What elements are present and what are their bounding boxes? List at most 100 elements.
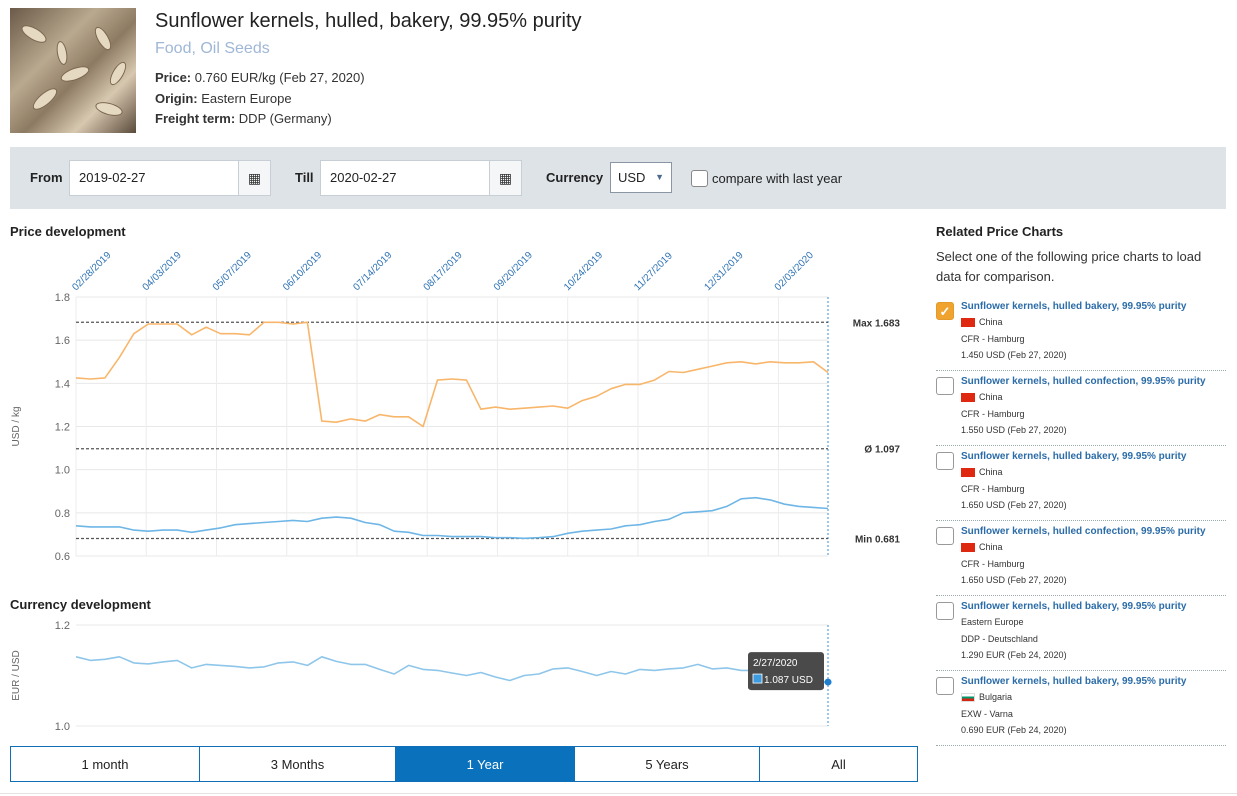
y-axis-label: USD / kg <box>11 406 22 446</box>
related-item-name[interactable]: Sunflower kernels, hulled bakery, 99.95%… <box>961 601 1186 612</box>
calendar-icon[interactable]: ▦ <box>238 161 270 195</box>
related-item[interactable]: Sunflower kernels, hulled bakery, 99.95%… <box>936 599 1226 671</box>
related-item-name[interactable]: Sunflower kernels, hulled confection, 99… <box>961 526 1206 537</box>
x-tick-label: 07/14/2019 <box>351 250 394 293</box>
x-tick-label: 10/24/2019 <box>562 250 605 293</box>
product-title: Sunflower kernels, hulled, bakery, 99.95… <box>155 10 582 32</box>
tooltip-value: 1.087 USD <box>764 675 813 686</box>
related-item-freight: CFR - Hamburg <box>961 484 1025 494</box>
related-item-checkbox[interactable] <box>936 377 954 395</box>
y-tick-label: 1.2 <box>55 422 70 434</box>
y-axis-label: EUR / USD <box>11 650 22 701</box>
range-tab-1-year[interactable]: 1 Year <box>396 747 575 781</box>
range-tab-all[interactable]: All <box>760 747 917 781</box>
flag-icon <box>961 693 975 702</box>
related-item-checkbox[interactable] <box>936 452 954 470</box>
related-item-price: 1.650 USD (Feb 27, 2020) <box>961 575 1067 585</box>
freight-label: Freight term: <box>155 111 236 126</box>
y-tick-label: 1.8 <box>55 292 70 304</box>
product-freight: Freight term: DDP (Germany) <box>155 111 332 126</box>
related-title: Related Price Charts <box>936 224 1064 239</box>
till-date-value: 2020-02-27 <box>330 170 397 185</box>
divider <box>0 793 1237 794</box>
x-tick-label: 05/07/2019 <box>211 250 254 293</box>
x-tick-label: 11/27/2019 <box>632 250 675 293</box>
tooltip-date: 2/27/2020 <box>753 658 798 669</box>
x-tick-label: 06/10/2019 <box>281 250 324 293</box>
related-item-price: 1.290 EUR (Feb 24, 2020) <box>961 650 1067 660</box>
x-tick-label: 02/28/2019 <box>70 250 113 293</box>
related-item-country: China <box>979 392 1003 402</box>
y-tick-label: 0.6 <box>55 551 70 563</box>
y-tick-label: 1.6 <box>55 335 70 347</box>
from-date-value: 2019-02-27 <box>79 170 146 185</box>
x-tick-label: 09/20/2019 <box>492 250 535 293</box>
tooltip-legend-swatch <box>752 673 763 684</box>
related-item-country: Eastern Europe <box>961 617 1024 627</box>
range-tab-1-month[interactable]: 1 month <box>11 747 200 781</box>
y-tick-label: 1.0 <box>55 721 70 733</box>
related-item[interactable]: Sunflower kernels, hulled bakery, 99.95%… <box>936 449 1226 521</box>
related-description: Select one of the following price charts… <box>936 249 1202 284</box>
reference-label: Ø 1.097 <box>864 445 900 456</box>
currency-select[interactable]: USD ▼ <box>610 162 672 193</box>
chevron-down-icon: ▼ <box>655 172 664 182</box>
related-item-freight: EXW - Varna <box>961 709 1013 719</box>
x-tick-label: 08/17/2019 <box>422 250 465 293</box>
from-label: From <box>30 170 63 185</box>
y-tick-label: 0.8 <box>55 508 70 520</box>
price-label: Price: <box>155 70 192 85</box>
product-price: Price: 0.760 EUR/kg (Feb 27, 2020) <box>155 70 365 85</box>
related-item-freight: CFR - Hamburg <box>961 334 1025 344</box>
related-item[interactable]: ✓ Sunflower kernels, hulled bakery, 99.95… <box>936 299 1226 371</box>
series-line <box>75 496 829 540</box>
currency-chart[interactable]: 1.0 1.2 EUR / USD 2/27/2020 1.087 USD <box>0 612 915 742</box>
y-tick-label: 1.2 <box>55 620 70 632</box>
related-item-name[interactable]: Sunflower kernels, hulled confection, 99… <box>961 376 1206 387</box>
related-item-checkbox[interactable] <box>936 677 954 695</box>
y-tick-label: 1.4 <box>55 378 70 390</box>
origin-value: Eastern Europe <box>201 91 292 106</box>
related-item-name[interactable]: Sunflower kernels, hulled bakery, 99.95%… <box>961 451 1186 462</box>
related-item-price: 1.450 USD (Feb 27, 2020) <box>961 350 1067 360</box>
till-label: Till <box>295 170 314 185</box>
related-item-checkbox[interactable] <box>936 602 954 620</box>
x-tick-label: 12/31/2019 <box>703 250 746 293</box>
compare-last-year-checkbox[interactable] <box>691 170 708 187</box>
price-chart[interactable]: 0.6 0.8 1.0 1.2 1.4 1.6 1.8 USD / kg 02/28/2019 0… <box>0 240 915 570</box>
related-item-checkbox[interactable]: ✓ <box>936 302 954 320</box>
origin-label: Origin: <box>155 91 198 106</box>
filter-bar: From 2019-02-27 ▦ Till 2020-02-27 ▦ Curr… <box>10 147 1226 209</box>
price-chart-title: Price development <box>10 224 126 239</box>
series-line <box>75 321 829 428</box>
related-item[interactable]: Sunflower kernels, hulled confection, 99… <box>936 374 1226 446</box>
flag-icon <box>961 393 975 402</box>
range-tabs: 1 month 3 Months 1 Year 5 Years All <box>10 746 918 782</box>
reference-label: Max 1.683 <box>853 318 901 329</box>
currency-value: USD <box>618 170 646 185</box>
product-origin: Origin: Eastern Europe <box>155 91 292 106</box>
related-item-price: 1.550 USD (Feb 27, 2020) <box>961 425 1067 435</box>
flag-icon <box>961 318 975 327</box>
product-image <box>10 8 136 133</box>
compare-last-year-label[interactable]: compare with last year <box>712 171 842 186</box>
series-line <box>75 655 828 684</box>
related-item[interactable]: Sunflower kernels, hulled bakery, 99.95%… <box>936 674 1226 746</box>
price-value: 0.760 EUR/kg (Feb 27, 2020) <box>194 70 365 85</box>
related-item-checkbox[interactable] <box>936 527 954 545</box>
from-date-field[interactable]: 2019-02-27 ▦ <box>69 160 271 196</box>
related-item-price: 1.650 USD (Feb 27, 2020) <box>961 500 1067 510</box>
related-item-name[interactable]: Sunflower kernels, hulled bakery, 99.95%… <box>961 301 1186 312</box>
related-item-country: Bulgaria <box>979 692 1013 702</box>
related-item-price: 0.690 EUR (Feb 24, 2020) <box>961 725 1067 735</box>
calendar-icon[interactable]: ▦ <box>489 161 521 195</box>
related-item-name[interactable]: Sunflower kernels, hulled bakery, 99.95%… <box>961 676 1186 687</box>
related-item-freight: CFR - Hamburg <box>961 559 1025 569</box>
range-tab-5-years[interactable]: 5 Years <box>575 747 760 781</box>
flag-icon <box>961 543 975 552</box>
product-category: Food, Oil Seeds <box>155 40 270 57</box>
y-tick-label: 1.0 <box>55 465 70 477</box>
range-tab-3-months[interactable]: 3 Months <box>200 747 396 781</box>
till-date-field[interactable]: 2020-02-27 ▦ <box>320 160 522 196</box>
related-item[interactable]: Sunflower kernels, hulled confection, 99… <box>936 524 1226 596</box>
